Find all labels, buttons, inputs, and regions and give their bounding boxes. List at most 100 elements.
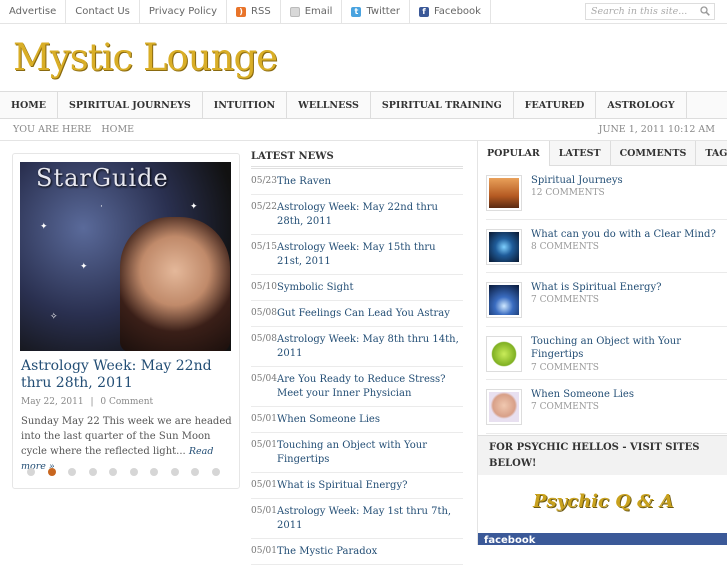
news-date: 05/01 [251, 506, 277, 516]
popular-title[interactable]: What is Spiritual Energy? [531, 281, 721, 295]
news-title[interactable]: The Mystic Paradox [277, 545, 377, 559]
slider-dot[interactable] [191, 468, 199, 476]
featured-date: May 22, 2011 [21, 397, 84, 407]
breadcrumb-home[interactable]: HOME [101, 124, 134, 135]
news-title[interactable]: Astrology Week: May 8th thru 14th, 2011 [277, 333, 463, 361]
rss-link[interactable]: ) RSS [227, 0, 281, 23]
featured-portrait [120, 217, 230, 351]
top-links: Advertise Contact Us Privacy Policy ) RSS… [0, 0, 491, 23]
news-title[interactable]: Are You Ready to Reduce Stress? Meet you… [277, 373, 463, 401]
slider-dot-active[interactable] [47, 468, 56, 476]
popular-thumbnail[interactable] [486, 335, 522, 372]
news-title[interactable]: When Someone Lies [277, 413, 380, 427]
popular-comments: 7 COMMENTS [531, 362, 599, 373]
slider-dot[interactable] [27, 468, 35, 476]
email-link[interactable]: Email [281, 0, 343, 23]
popular-title[interactable]: Touching an Object with Your Fingertips [531, 335, 721, 362]
news-title[interactable]: Symbolic Sight [277, 281, 354, 295]
news-item: 05/23 The Raven [251, 169, 463, 195]
twitter-icon: t [351, 6, 362, 17]
site-logo[interactable]: Mystic Lounge [13, 36, 278, 79]
news-item: 05/01 The Mystic Paradox [251, 539, 463, 565]
nav-wellness[interactable]: WELLNESS [287, 92, 371, 118]
popular-title[interactable]: When Someone Lies [531, 388, 721, 402]
featured-title[interactable]: Astrology Week: May 22nd thru 28th, 2011 [21, 358, 231, 392]
news-date: 05/15 [251, 242, 277, 252]
featured-meta: May 22, 2011 | 0 Comment [21, 397, 153, 407]
contact-us-link[interactable]: Contact Us [66, 0, 140, 23]
news-title[interactable]: What is Spiritual Energy? [277, 479, 407, 493]
news-date: 05/01 [251, 414, 277, 424]
news-item: 05/01 Astrology Week: May 1st thru 7th, 2… [251, 499, 463, 539]
news-title[interactable]: The Raven [277, 175, 331, 189]
email-icon [289, 6, 300, 17]
news-title[interactable]: Gut Feelings Can Lead You Astray [277, 307, 450, 321]
featured-excerpt: Sunday May 22 This week we are headed in… [21, 416, 232, 472]
news-item: 05/22 Astrology Week: May 22nd thru 28th,… [251, 195, 463, 235]
popular-thumbnail[interactable] [486, 175, 522, 211]
nav-spiritual-training[interactable]: SPIRITUAL TRAINING [371, 92, 514, 118]
tab-popular[interactable]: POPULAR [478, 141, 550, 166]
latest-news: LATEST NEWS 05/23 The Raven 05/22 Astrolog… [251, 143, 463, 565]
slider-dot[interactable] [68, 468, 76, 476]
news-title[interactable]: Astrology Week: May 15th thru 21st, 2011 [277, 241, 463, 269]
tab-comments[interactable]: COMMENTS [611, 141, 697, 165]
news-date: 05/01 [251, 546, 277, 556]
slider-dot[interactable] [211, 468, 220, 476]
slider-dot[interactable] [170, 468, 179, 476]
popular-list: Spiritual Journeys 12 COMMENTS What can … [478, 166, 727, 434]
rss-icon: ) [236, 6, 247, 17]
popular-item: What can you do with a Clear Mind? 8 COM… [486, 220, 727, 273]
news-item: 05/15 Astrology Week: May 15th thru 21st,… [251, 235, 463, 275]
search-icon[interactable] [700, 6, 710, 16]
tab-latest[interactable]: LATEST [550, 141, 611, 165]
news-item: 05/01 When Someone Lies [251, 407, 463, 433]
popular-thumbnail[interactable] [486, 228, 522, 265]
advertise-link[interactable]: Advertise [0, 0, 67, 23]
facebook-link[interactable]: f Facebook [410, 0, 491, 23]
psychic-qa-logo[interactable]: Psychic Q & A [533, 491, 674, 512]
popular-title[interactable]: What can you do with a Clear Mind? [531, 228, 721, 242]
twitter-link[interactable]: t Twitter [342, 0, 410, 23]
slider-dot[interactable] [129, 468, 138, 476]
news-item: 05/04 Are You Ready to Reduce Stress? Mee… [251, 367, 463, 407]
nav-spiritual-journeys[interactable]: SPIRITUAL JOURNEYS [58, 92, 203, 118]
popular-comments: 12 COMMENTS [531, 188, 605, 198]
news-title[interactable]: Touching an Object with Your Fingertips [277, 439, 463, 467]
facebook-widget[interactable]: facebook [478, 533, 727, 546]
news-title[interactable]: Astrology Week: May 1st thru 7th, 2011 [277, 505, 463, 533]
news-date: 05/01 [251, 480, 277, 490]
news-list: 05/23 The Raven 05/22 Astrology Week: May … [251, 169, 463, 565]
nav-home[interactable]: HOME [0, 92, 59, 118]
news-item: 05/08 Astrology Week: May 8th thru 14th, … [251, 327, 463, 367]
news-title[interactable]: Astrology Week: May 22nd thru 28th, 2011 [277, 201, 463, 229]
slider-pagination [27, 468, 232, 476]
popular-thumbnail[interactable] [486, 389, 522, 425]
slider-dot[interactable] [150, 468, 158, 476]
nav-featured[interactable]: FEATURED [514, 92, 597, 118]
featured-comments[interactable]: 0 Comment [100, 397, 153, 407]
news-item: 05/10 Symbolic Sight [251, 275, 463, 301]
psychic-heading: FOR PSYCHIC HELLOS - VISIT SITES BELOW! [478, 435, 727, 475]
slider-dot[interactable] [109, 468, 117, 476]
news-date: 05/08 [251, 334, 277, 344]
privacy-policy-link[interactable]: Privacy Policy [140, 0, 228, 23]
news-item: 05/01 Touching an Object with Your Finger… [251, 433, 463, 473]
current-datetime: JUNE 1, 2011 10:12 AM [598, 124, 715, 135]
popular-title[interactable]: Spiritual Journeys [531, 174, 721, 188]
tab-tags[interactable]: TAGS [696, 141, 727, 165]
popular-thumbnail[interactable] [486, 282, 522, 318]
featured-image[interactable]: StarGuide ✦ ✦ ✧ ✦ · [20, 162, 231, 351]
search-input[interactable]: Search in this site... [585, 3, 715, 20]
news-date: 05/10 [251, 282, 277, 292]
news-item: 05/01 What is Spiritual Energy? [251, 473, 463, 499]
news-date: 05/04 [251, 374, 277, 384]
latest-news-heading: LATEST NEWS [251, 143, 463, 169]
nav-astrology[interactable]: ASTROLOGY [596, 92, 687, 118]
meta-separator: | [90, 397, 94, 407]
news-date: 05/01 [251, 440, 277, 450]
slider-dot[interactable] [88, 468, 97, 476]
news-item: 05/08 Gut Feelings Can Lead You Astray [251, 301, 463, 327]
nav-intuition[interactable]: INTUITION [203, 92, 288, 118]
featured-image-text: StarGuide [36, 164, 169, 192]
